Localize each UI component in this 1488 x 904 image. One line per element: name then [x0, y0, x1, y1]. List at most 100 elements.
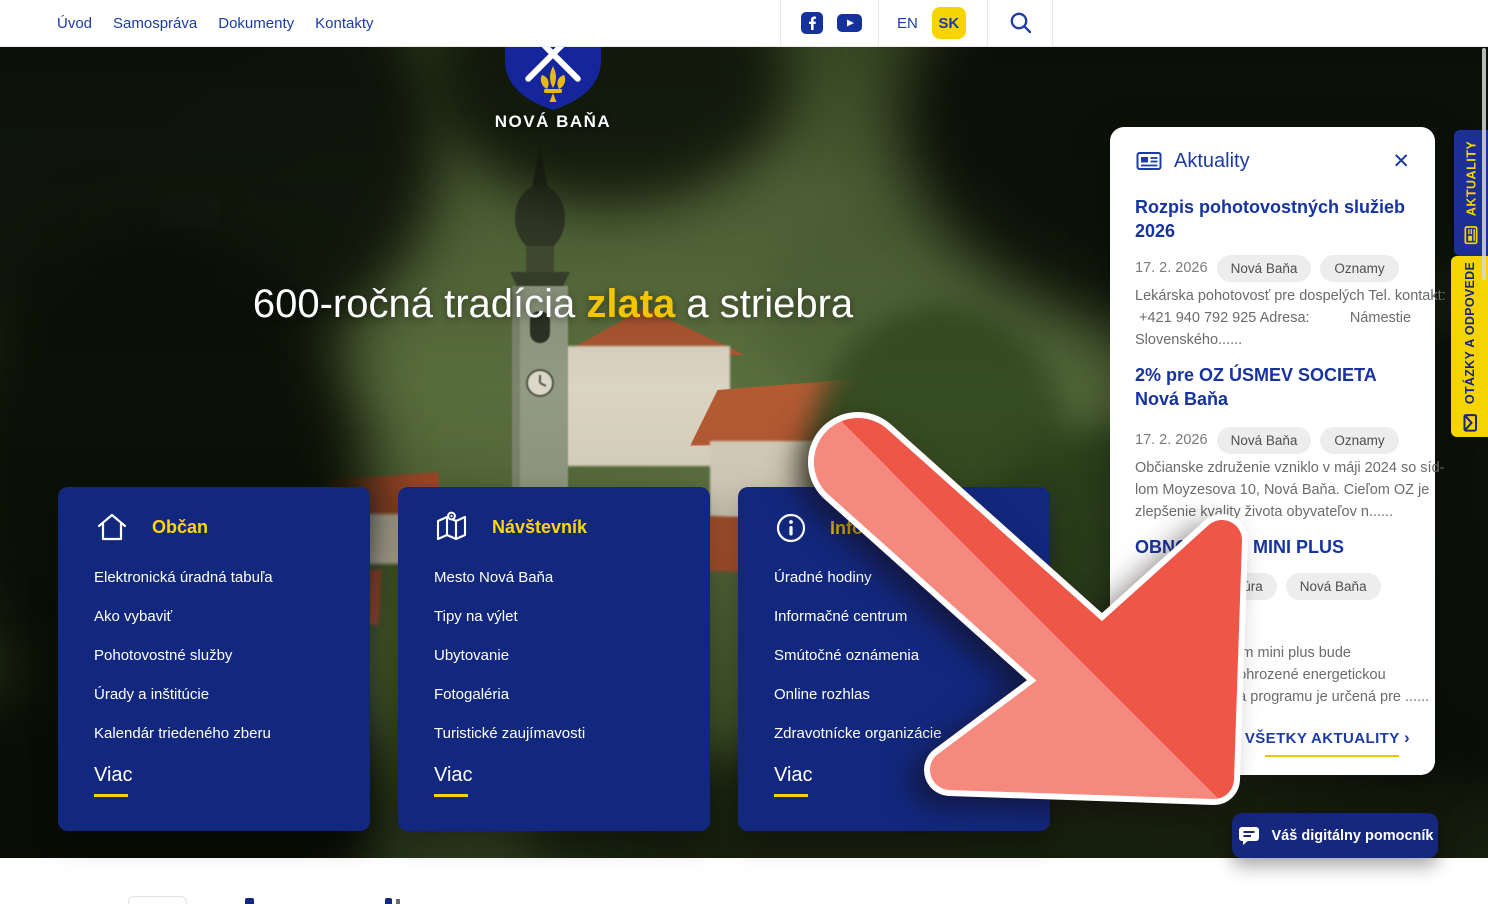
chat-icon	[1237, 825, 1261, 846]
link-mesto-nova-bana[interactable]: Mesto Nová Baňa	[434, 569, 585, 586]
card-navstevnik: Návštevník Mesto Nová Baňa Tipy na výlet…	[398, 487, 710, 831]
card-informacie-more-link[interactable]: Viac	[774, 764, 813, 797]
excerpt-line: lom Moyzesova 10, Nová Baňa. Cieľom OZ j…	[1135, 479, 1410, 501]
mail-icon	[1462, 413, 1478, 432]
header-divider	[780, 0, 781, 46]
info-icon	[774, 511, 808, 545]
excerpt-line: Slovenského......	[1135, 329, 1410, 351]
chevron-right-icon: ›	[1404, 728, 1410, 747]
yellow-underline	[434, 794, 468, 797]
map-icon	[434, 511, 470, 543]
card-obcan-title[interactable]: Občan	[152, 517, 208, 538]
nav-item-kontakty[interactable]: Kontakty	[315, 15, 373, 32]
tag-badge[interactable]: Nová Baňa	[1217, 427, 1312, 454]
link-turisticke-zaujimavosti[interactable]: Turistické zaujímavosti	[434, 725, 585, 742]
excerpt-line: Výzva Obnov dom mini plus bude	[1135, 642, 1410, 664]
next-section-fragment	[128, 896, 187, 904]
link-fotogaleria[interactable]: Fotogaléria	[434, 686, 585, 703]
excerpt-line: +421 940 792 925 Adresa: Námestie	[1135, 307, 1410, 329]
all-news-label: VŠETKY AKTUALITY	[1245, 730, 1399, 747]
search-button[interactable]	[1005, 7, 1037, 39]
card-obcan-header: Občan	[94, 511, 208, 543]
card-informacie-title[interactable]: Informácie	[830, 518, 921, 539]
excerpt-line: zlepšenie kvality života obyvateľov n...…	[1135, 501, 1410, 523]
search-icon	[1009, 11, 1033, 35]
next-section-fragment	[396, 899, 400, 904]
card-navstevnik-more-label: Viac	[434, 764, 473, 787]
close-icon[interactable]: ✕	[1392, 149, 1410, 175]
link-urady-a-institucie[interactable]: Úrady a inštitúcie	[94, 686, 273, 703]
card-navstevnik-title[interactable]: Návštevník	[492, 517, 587, 538]
all-news-link[interactable]: VŠETKY AKTUALITY ›	[1135, 728, 1410, 748]
header-divider	[878, 0, 879, 46]
card-navstevnik-more-link[interactable]: Viac	[434, 764, 473, 797]
news-item-excerpt: Občianske združenie vzniklo v máji 2024 …	[1135, 457, 1410, 523]
news-item-excerpt: Lekárska pohotovosť pre dospelých Tel. k…	[1135, 285, 1410, 351]
digital-assistant-label: Váš digitálny pomocník	[1272, 828, 1434, 844]
side-tab-aktuality-label: AKTUALITY	[1464, 141, 1478, 216]
nav-item-dokumenty[interactable]: Dokumenty	[218, 15, 294, 32]
nav-item-samosprava[interactable]: Samospráva	[113, 15, 197, 32]
house-icon	[94, 511, 130, 543]
news-panel-title: Aktuality	[1174, 150, 1250, 173]
header-divider	[1052, 0, 1053, 46]
link-kalendar-triedeneho-zberu[interactable]: Kalendár triedeného zberu	[94, 725, 273, 742]
link-online-rozhlas[interactable]: Online rozhlas	[774, 686, 942, 703]
lang-en-button[interactable]: EN	[895, 15, 920, 32]
news-panel-header: Aktuality ✕	[1135, 149, 1410, 173]
card-informacie-header: Informácie	[774, 511, 921, 545]
news-item-title[interactable]: 2% pre OZ ÚSMEV SOCIETA Nová Baňa	[1135, 363, 1415, 411]
news-item-date: 17. 2. 2026	[1135, 255, 1208, 282]
link-tipy-na-vylet[interactable]: Tipy na výlet	[434, 608, 585, 625]
card-obcan-links: Elektronická úradná tabuľa Ako vybaviť P…	[94, 569, 273, 742]
tag-badge[interactable]: Oznamy	[1320, 255, 1398, 282]
yellow-underline	[774, 794, 808, 797]
hero-heading-post: a striebra	[675, 282, 853, 326]
link-zdravotnicke-organizacie[interactable]: Zdravotnícke organizácie	[774, 725, 942, 742]
news-item-meta: 17. 2. 2026 Nová Baňa Oznamy	[1135, 255, 1410, 282]
digital-assistant-button[interactable]: Váš digitálny pomocník	[1232, 813, 1438, 858]
link-ubytovanie[interactable]: Ubytovanie	[434, 647, 585, 664]
card-informacie-more-label: Viac	[774, 764, 813, 787]
card-informacie-links: Úradné hodiny Informačné centrum Smútočn…	[774, 569, 942, 742]
scrollbar-thumb[interactable]	[1482, 48, 1486, 280]
card-obcan-more-label: Viac	[94, 764, 133, 787]
card-obcan: Občan Elektronická úradná tabuľa Ako vyb…	[58, 487, 370, 831]
news-item-date: 17. 2. 2026	[1135, 427, 1208, 454]
hero-heading-pre: 600-ročná tradícia	[253, 282, 587, 326]
lang-sk-button[interactable]: SK	[932, 7, 966, 39]
tag-badge[interactable]: Kultúra	[1206, 573, 1277, 600]
language-switcher: EN SK	[895, 0, 966, 46]
top-header: Úvod Samospráva Dokumenty Kontakty EN SK	[0, 0, 1488, 47]
link-informacne-centrum[interactable]: Informačné centrum	[774, 608, 942, 625]
link-smutocne-oznamenia[interactable]: Smútočné oznámenia	[774, 647, 942, 664]
link-elektronicka-uradna-tabula[interactable]: Elektronická úradná tabuľa	[94, 569, 273, 586]
header-divider	[987, 0, 988, 46]
yellow-underline	[94, 794, 128, 797]
news-item-meta: Kultúra Nová Baňa	[1135, 573, 1410, 600]
nav-item-uvod[interactable]: Úvod	[57, 15, 92, 32]
hero-heading: 600-ročná tradícia zlata a striebra	[0, 282, 1106, 327]
news-item-title[interactable]: Rozpis pohotovostných služieb 2026	[1135, 195, 1410, 243]
link-uradne-hodiny[interactable]: Úradné hodiny	[774, 569, 942, 586]
tag-badge[interactable]: Nová Baňa	[1286, 573, 1381, 600]
excerpt-line: Lekárska pohotovosť pre dospelých Tel. k…	[1135, 285, 1410, 307]
news-item-title[interactable]: OBNOV DOM MINI PLUS	[1135, 535, 1410, 559]
youtube-icon[interactable]	[837, 14, 862, 32]
news-item-excerpt: Výzva Obnov dom mini plus bude pre domác…	[1135, 642, 1410, 708]
card-obcan-more-link[interactable]: Viac	[94, 764, 133, 797]
facebook-icon[interactable]	[801, 12, 823, 34]
card-navstevnik-header: Návštevník	[434, 511, 587, 543]
excerpt-line: pre domácnosti ohrozené energetickou	[1135, 664, 1410, 686]
card-informacie: Informácie Úradné hodiny Informačné cent…	[738, 487, 1050, 831]
news-item-meta: 17. 2. 2026 Nová Baňa Oznamy	[1135, 427, 1410, 454]
town-name: NOVÁ BAŇA	[428, 112, 678, 132]
link-pohotovostne-sluzby[interactable]: Pohotovostné služby	[94, 647, 273, 664]
newspaper-icon	[1135, 149, 1163, 173]
tag-badge[interactable]: Oznamy	[1320, 427, 1398, 454]
main-nav: Úvod Samospráva Dokumenty Kontakty	[57, 0, 374, 46]
link-ako-vybavit[interactable]: Ako vybaviť	[94, 608, 273, 625]
side-tab-otazky-a-odpovede[interactable]: OTÁZKY A ODPOVEDE	[1451, 256, 1488, 437]
next-section-fragment	[245, 898, 254, 904]
tag-badge[interactable]: Nová Baňa	[1217, 255, 1312, 282]
